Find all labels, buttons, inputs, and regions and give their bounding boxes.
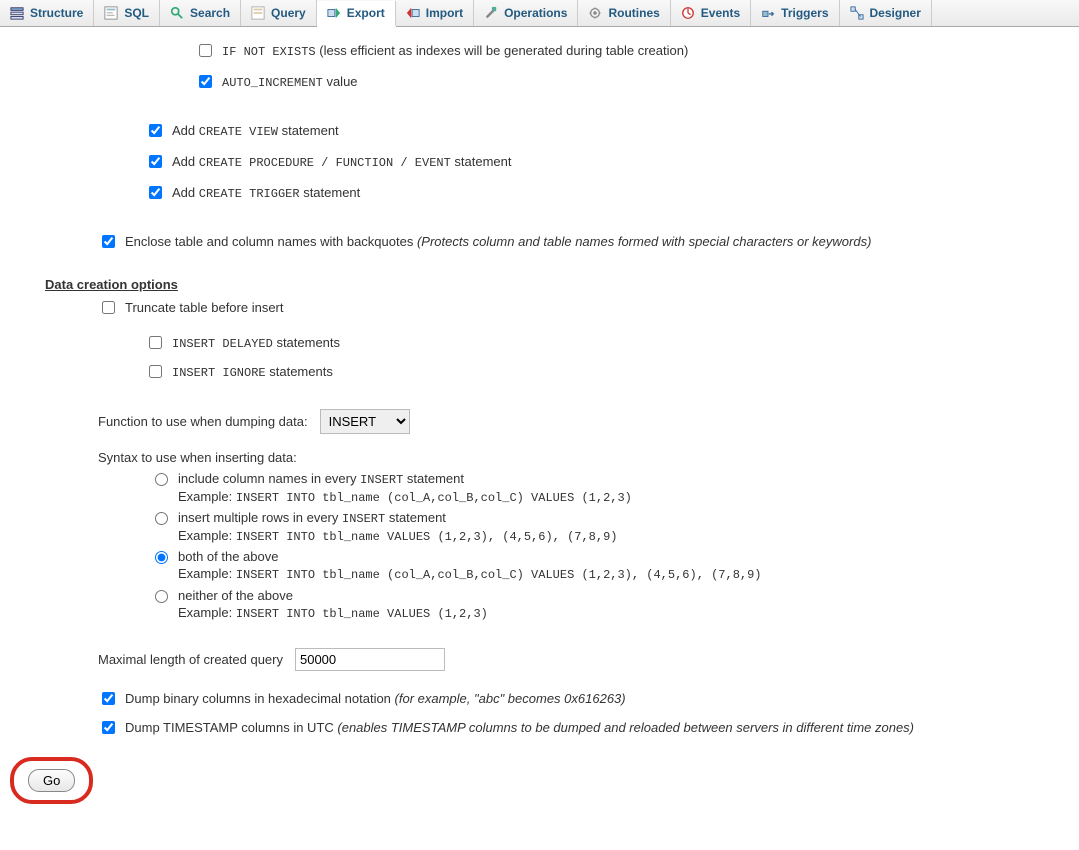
backquotes-label: Enclose table and column names with back… <box>125 234 871 249</box>
syntax-radio-both[interactable] <box>155 551 168 564</box>
tab-events[interactable]: Events <box>671 0 751 26</box>
syntax-radio-multirow[interactable] <box>155 512 168 525</box>
tab-label: Operations <box>504 6 567 20</box>
insert-delayed-checkbox[interactable] <box>149 336 162 349</box>
export-icon <box>327 6 341 20</box>
insert-delayed-label: INSERT DELAYED statements <box>172 335 340 351</box>
dump-function-label: Function to use when dumping data: <box>98 414 308 429</box>
auto-increment-label: AUTO_INCREMENT value <box>222 74 358 90</box>
tab-query[interactable]: Query <box>241 0 317 26</box>
syntax-option-multirow: insert multiple rows in every INSERT sta… <box>178 510 617 545</box>
utc-timestamp-checkbox[interactable] <box>102 721 115 734</box>
data-creation-heading: Data creation options <box>45 277 1079 292</box>
query-icon <box>251 6 265 20</box>
create-procedure-label: Add CREATE PROCEDURE / FUNCTION / EVENT … <box>172 154 512 170</box>
tab-label: Search <box>190 6 230 20</box>
syntax-option-both: both of the above Example: INSERT INTO t… <box>178 549 762 583</box>
truncate-checkbox[interactable] <box>102 301 115 314</box>
tab-bar: Structure SQL Search Query Export Import… <box>0 0 1079 27</box>
tab-label: Designer <box>870 6 921 20</box>
structure-icon <box>10 6 24 20</box>
backquotes-checkbox[interactable] <box>102 235 115 248</box>
search-icon <box>170 6 184 20</box>
create-trigger-label: Add CREATE TRIGGER statement <box>172 185 360 201</box>
create-view-checkbox[interactable] <box>149 124 162 137</box>
tab-label: Import <box>426 6 463 20</box>
if-not-exists-label: IF NOT EXISTS (less efficient as indexes… <box>222 43 688 59</box>
insert-ignore-checkbox[interactable] <box>149 365 162 378</box>
tab-structure[interactable]: Structure <box>0 0 94 26</box>
events-icon <box>681 6 695 20</box>
tab-import[interactable]: Import <box>396 0 474 26</box>
auto-increment-checkbox[interactable] <box>199 75 212 88</box>
syntax-option-neither: neither of the above Example: INSERT INT… <box>178 588 488 622</box>
triggers-icon <box>761 6 775 20</box>
tab-operations[interactable]: Operations <box>474 0 578 26</box>
designer-icon <box>850 6 864 20</box>
tab-label: Structure <box>30 6 83 20</box>
go-button[interactable]: Go <box>28 769 75 792</box>
export-options: IF NOT EXISTS (less efficient as indexes… <box>0 27 1079 834</box>
tab-label: Export <box>347 6 385 20</box>
tab-label: Events <box>701 6 740 20</box>
operations-icon <box>484 6 498 20</box>
tab-label: Routines <box>608 6 659 20</box>
tab-search[interactable]: Search <box>160 0 241 26</box>
tab-label: SQL <box>124 6 149 20</box>
dump-function-select[interactable]: INSERT <box>320 409 410 434</box>
insert-ignore-label: INSERT IGNORE statements <box>172 364 333 380</box>
if-not-exists-checkbox[interactable] <box>199 44 212 57</box>
tab-sql[interactable]: SQL <box>94 0 160 26</box>
go-highlight: Go <box>10 757 93 804</box>
create-procedure-checkbox[interactable] <box>149 155 162 168</box>
hex-columns-checkbox[interactable] <box>102 692 115 705</box>
tab-triggers[interactable]: Triggers <box>751 0 839 26</box>
sql-icon <box>104 6 118 20</box>
create-trigger-checkbox[interactable] <box>149 186 162 199</box>
syntax-label: Syntax to use when inserting data: <box>98 450 297 465</box>
tab-label: Triggers <box>781 6 828 20</box>
routines-icon <box>588 6 602 20</box>
create-view-label: Add CREATE VIEW statement <box>172 123 339 139</box>
tab-export[interactable]: Export <box>317 1 396 27</box>
import-icon <box>406 6 420 20</box>
syntax-radio-neither[interactable] <box>155 590 168 603</box>
max-length-label: Maximal length of created query <box>98 652 283 667</box>
syntax-option-colnames: include column names in every INSERT sta… <box>178 471 632 506</box>
tab-label: Query <box>271 6 306 20</box>
tab-routines[interactable]: Routines <box>578 0 670 26</box>
truncate-label: Truncate table before insert <box>125 300 284 315</box>
max-length-input[interactable] <box>295 648 445 671</box>
hex-columns-label: Dump binary columns in hexadecimal notat… <box>125 691 626 706</box>
utc-timestamp-label: Dump TIMESTAMP columns in UTC (enables T… <box>125 720 914 735</box>
syntax-radio-colnames[interactable] <box>155 473 168 486</box>
tab-designer[interactable]: Designer <box>840 0 932 26</box>
